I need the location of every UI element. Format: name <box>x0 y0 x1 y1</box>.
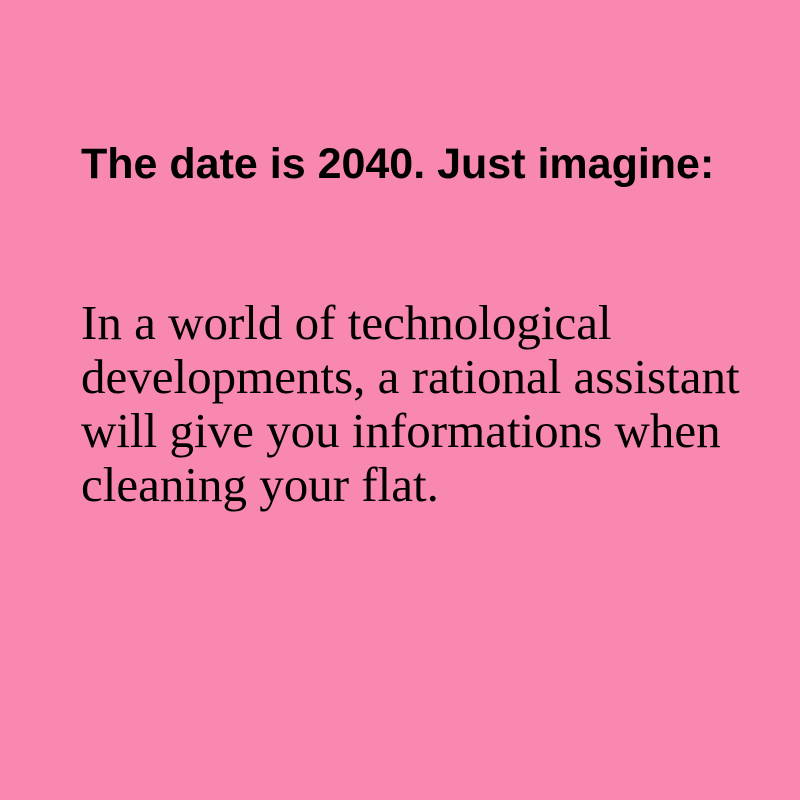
headline: The date is 2040. Just imagine: <box>81 140 715 188</box>
quote-card: The date is 2040. Just imagine: In a wor… <box>0 0 800 800</box>
body-text: In a world of technological developments… <box>81 295 740 512</box>
